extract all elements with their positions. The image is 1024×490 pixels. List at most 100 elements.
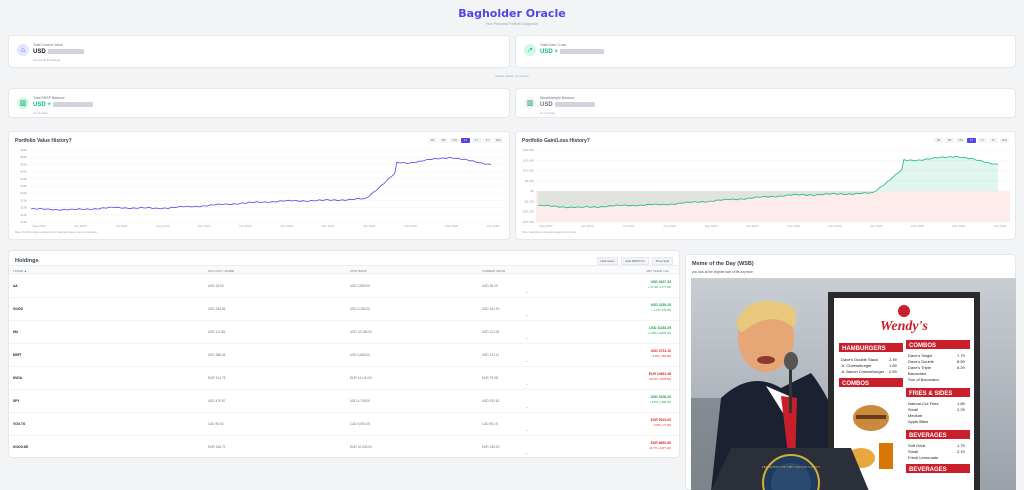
range-button-3m[interactable]: 3M (945, 138, 954, 143)
range-button-5y[interactable]: 5Y (989, 138, 998, 143)
range-button-1m[interactable]: 1M (428, 138, 437, 143)
column-header-market-value[interactable]: MKT VALUE / G/L (647, 269, 669, 273)
current-price-cell: EUR 79.08 (482, 376, 498, 380)
svg-text:1.89: 1.89 (889, 363, 898, 368)
current-price-cell: USD 373.11 (482, 353, 500, 357)
stat-sublabel: As of today (33, 111, 49, 115)
range-button-2y[interactable]: 2Y (472, 138, 481, 143)
current-price-cell: EUR 135.20 (482, 445, 500, 449)
x-tick-label: Mar 2025 (952, 224, 965, 228)
svg-text:2.19: 2.19 (957, 449, 966, 454)
expand-arrow-icon[interactable]: ⌄ (525, 289, 528, 294)
gain-loss-cell: - 13.7% (-1377.20) (647, 446, 671, 450)
y-tick-label: $55k (20, 155, 27, 159)
expand-arrow-icon[interactable]: ⌄ (525, 312, 528, 317)
range-button-1y[interactable]: 1Y (461, 138, 470, 143)
expand-arrow-icon[interactable]: ⌄ (525, 381, 528, 386)
holdings-title: Holdings (15, 258, 39, 264)
gainloss-chart-svg: $20,000 $15,000 $10,000 $5,000 $0 -$5,000 -$10… (522, 148, 1010, 228)
range-button-ytd[interactable]: YTD (450, 138, 459, 143)
svg-text:2.29: 2.29 (957, 407, 966, 412)
market-value-cell: EUR 10661.38 (648, 372, 671, 376)
range-button-max[interactable]: Max (1000, 138, 1009, 143)
expand-arrow-icon[interactable]: ⌄ (525, 450, 528, 455)
series-line (30, 156, 492, 211)
gain-loss-cell: - 24.6% (-3478.62) (647, 377, 671, 381)
gain-loss-cell: + 8.5% (+398.20) (649, 400, 671, 404)
expand-arrow-icon[interactable]: ⌄ (525, 358, 528, 363)
range-button-3m[interactable]: 3M (439, 138, 448, 143)
range-button-2y[interactable]: 2Y (978, 138, 987, 143)
stat-card-total-value: ⌂ Total Current Value USD Across all 8 h… (8, 35, 510, 68)
x-tick-label: Apr 2025 (487, 224, 500, 228)
range-button-1m[interactable]: 1M (934, 138, 943, 143)
svg-text:Natural-Cut Fries: Natural-Cut Fries (908, 401, 938, 406)
svg-text:Apple Bites: Apple Bites (908, 419, 928, 424)
table-row[interactable]: GOOG.DE EUR 156.72 EUR 10,030.00 EUR 135.20… (9, 436, 679, 459)
svg-text:2.69: 2.69 (889, 369, 898, 374)
svg-text:7.79: 7.79 (957, 353, 966, 358)
svg-text:Soft Drink: Soft Drink (908, 443, 926, 448)
gain-loss-cell: + 9.9% (+1003.25) (647, 331, 671, 335)
column-header-ticker[interactable]: TICKER ▲ (13, 269, 27, 273)
current-price-cell: USD 161.00 (482, 307, 500, 311)
expand-arrow-icon[interactable]: ⌄ (525, 404, 528, 409)
range-button-1y[interactable]: 1Y (967, 138, 976, 143)
x-tick-label: Jun 2024 (74, 224, 87, 228)
stat-value: USD + (540, 49, 604, 55)
value-chart-svg: $60k $55k $50k $45k $40k $35k $30k $25k $20k $15k… (20, 148, 503, 228)
cost-basis-cell: USD 3,885.00 (350, 353, 371, 357)
svg-text:COMBOS: COMBOS (909, 343, 936, 349)
svg-text:Son of Baconator: Son of Baconator (908, 377, 940, 382)
expand-arrow-icon[interactable]: ⌄ (525, 335, 528, 340)
table-row[interactable]: NVDA EUR 104.75 EUR 14,140.00 EUR 79.08 ⌄ EUR… (9, 367, 679, 390)
column-header-current-price[interactable]: CURRENT PRICE (482, 269, 505, 273)
x-tick-label: Oct 2024 (746, 224, 759, 228)
stat-card-rrsp: ▥ Total RRSP Balance USD + As of today (8, 88, 510, 118)
ticker-cell: AA (13, 284, 18, 288)
table-row[interactable]: AA USD 28.50 USD 2,850.00 USD 36.25 ⌄ USD 362… (9, 275, 679, 298)
range-selector: 1M 3M YTD 1Y 2Y 5Y Max (428, 138, 503, 143)
y-tick-label: $15k (20, 213, 27, 217)
cost-basis-cell: USD 4,708.00 (350, 399, 371, 403)
x-tick-label: Jan 2025 (363, 224, 376, 228)
svg-text:Dave's Double: Dave's Double (908, 359, 935, 364)
table-row[interactable]: VOO.TO CAD 90.92 CAD 9,092.00 CAD 90.15 ⌄ EUR… (9, 413, 679, 436)
range-button-max[interactable]: Max (494, 138, 503, 143)
hide-gains-button[interactable]: Hide Gains (596, 257, 619, 265)
range-button-ytd[interactable]: YTD (956, 138, 965, 143)
y-tick-label: $50k (20, 162, 27, 166)
cost-basis-cell: CAD 9,092.00 (350, 422, 371, 426)
x-tick-label: Feb 2025 (911, 224, 924, 228)
expand-arrow-icon[interactable]: ⌄ (525, 427, 528, 432)
table-row[interactable]: MSFT USD 388.45 USD 3,885.00 USD 373.11 ⌄ USD… (9, 344, 679, 367)
stat-value: USD (33, 49, 84, 55)
sort-asc-icon: ▲ (24, 269, 27, 273)
stat-label: Total Gain / Loss (540, 43, 567, 47)
column-header-cost-basis[interactable]: COST BASIS (350, 269, 367, 273)
market-value-cell: EUR 9015.00 (650, 418, 671, 422)
svg-text:Jr. Cheeseburger: Jr. Cheeseburger (841, 363, 872, 368)
gain-loss-cell: - 3.9% (-153.90) (650, 354, 671, 358)
y-tick-label: $5,000 (525, 179, 535, 183)
y-tick-label: $10k (20, 220, 27, 224)
holdings-toolbar: Hide Gains Hide RRSP Col Show Sold (596, 257, 673, 265)
range-button-5y[interactable]: 5Y (483, 138, 492, 143)
table-row[interactable]: MU USD 112.85 USD 10,180.00 USD 113.25 ⌄ USD … (9, 321, 679, 344)
chart-footnote: Note: Gain/loss is computed against cost… (522, 231, 577, 234)
current-price-cell: USD 36.25 (482, 284, 498, 288)
ticker-cell: VOO.TO (13, 422, 26, 426)
y-tick-label: $25k (20, 198, 27, 202)
svg-text:Small: Small (908, 407, 918, 412)
y-tick-label: $20k (20, 206, 27, 210)
market-value-cell: USD 11183.25 (649, 326, 671, 330)
table-header: TICKER ▲ AVG COST / SHARE COST BASIS CUR… (9, 265, 679, 274)
gain-loss-cell: + 1.7% (+55.25) (650, 308, 671, 312)
hide-rrsp-button[interactable]: Hide RRSP Col (621, 257, 649, 265)
table-row[interactable]: GOOG USD 158.85 USD 3,180.00 USD 161.00 ⌄ USD… (9, 298, 679, 321)
x-tick-label: Feb 2025 (404, 224, 417, 228)
show-sold-button[interactable]: Show Sold (651, 257, 673, 265)
column-header-avg-cost[interactable]: AVG COST / SHARE (208, 269, 234, 273)
ticker-cell: MSFT (13, 353, 22, 357)
table-row[interactable]: SPY USD 470.87 USD 4,708.00 USD 510.62 ⌄ USD … (9, 390, 679, 413)
